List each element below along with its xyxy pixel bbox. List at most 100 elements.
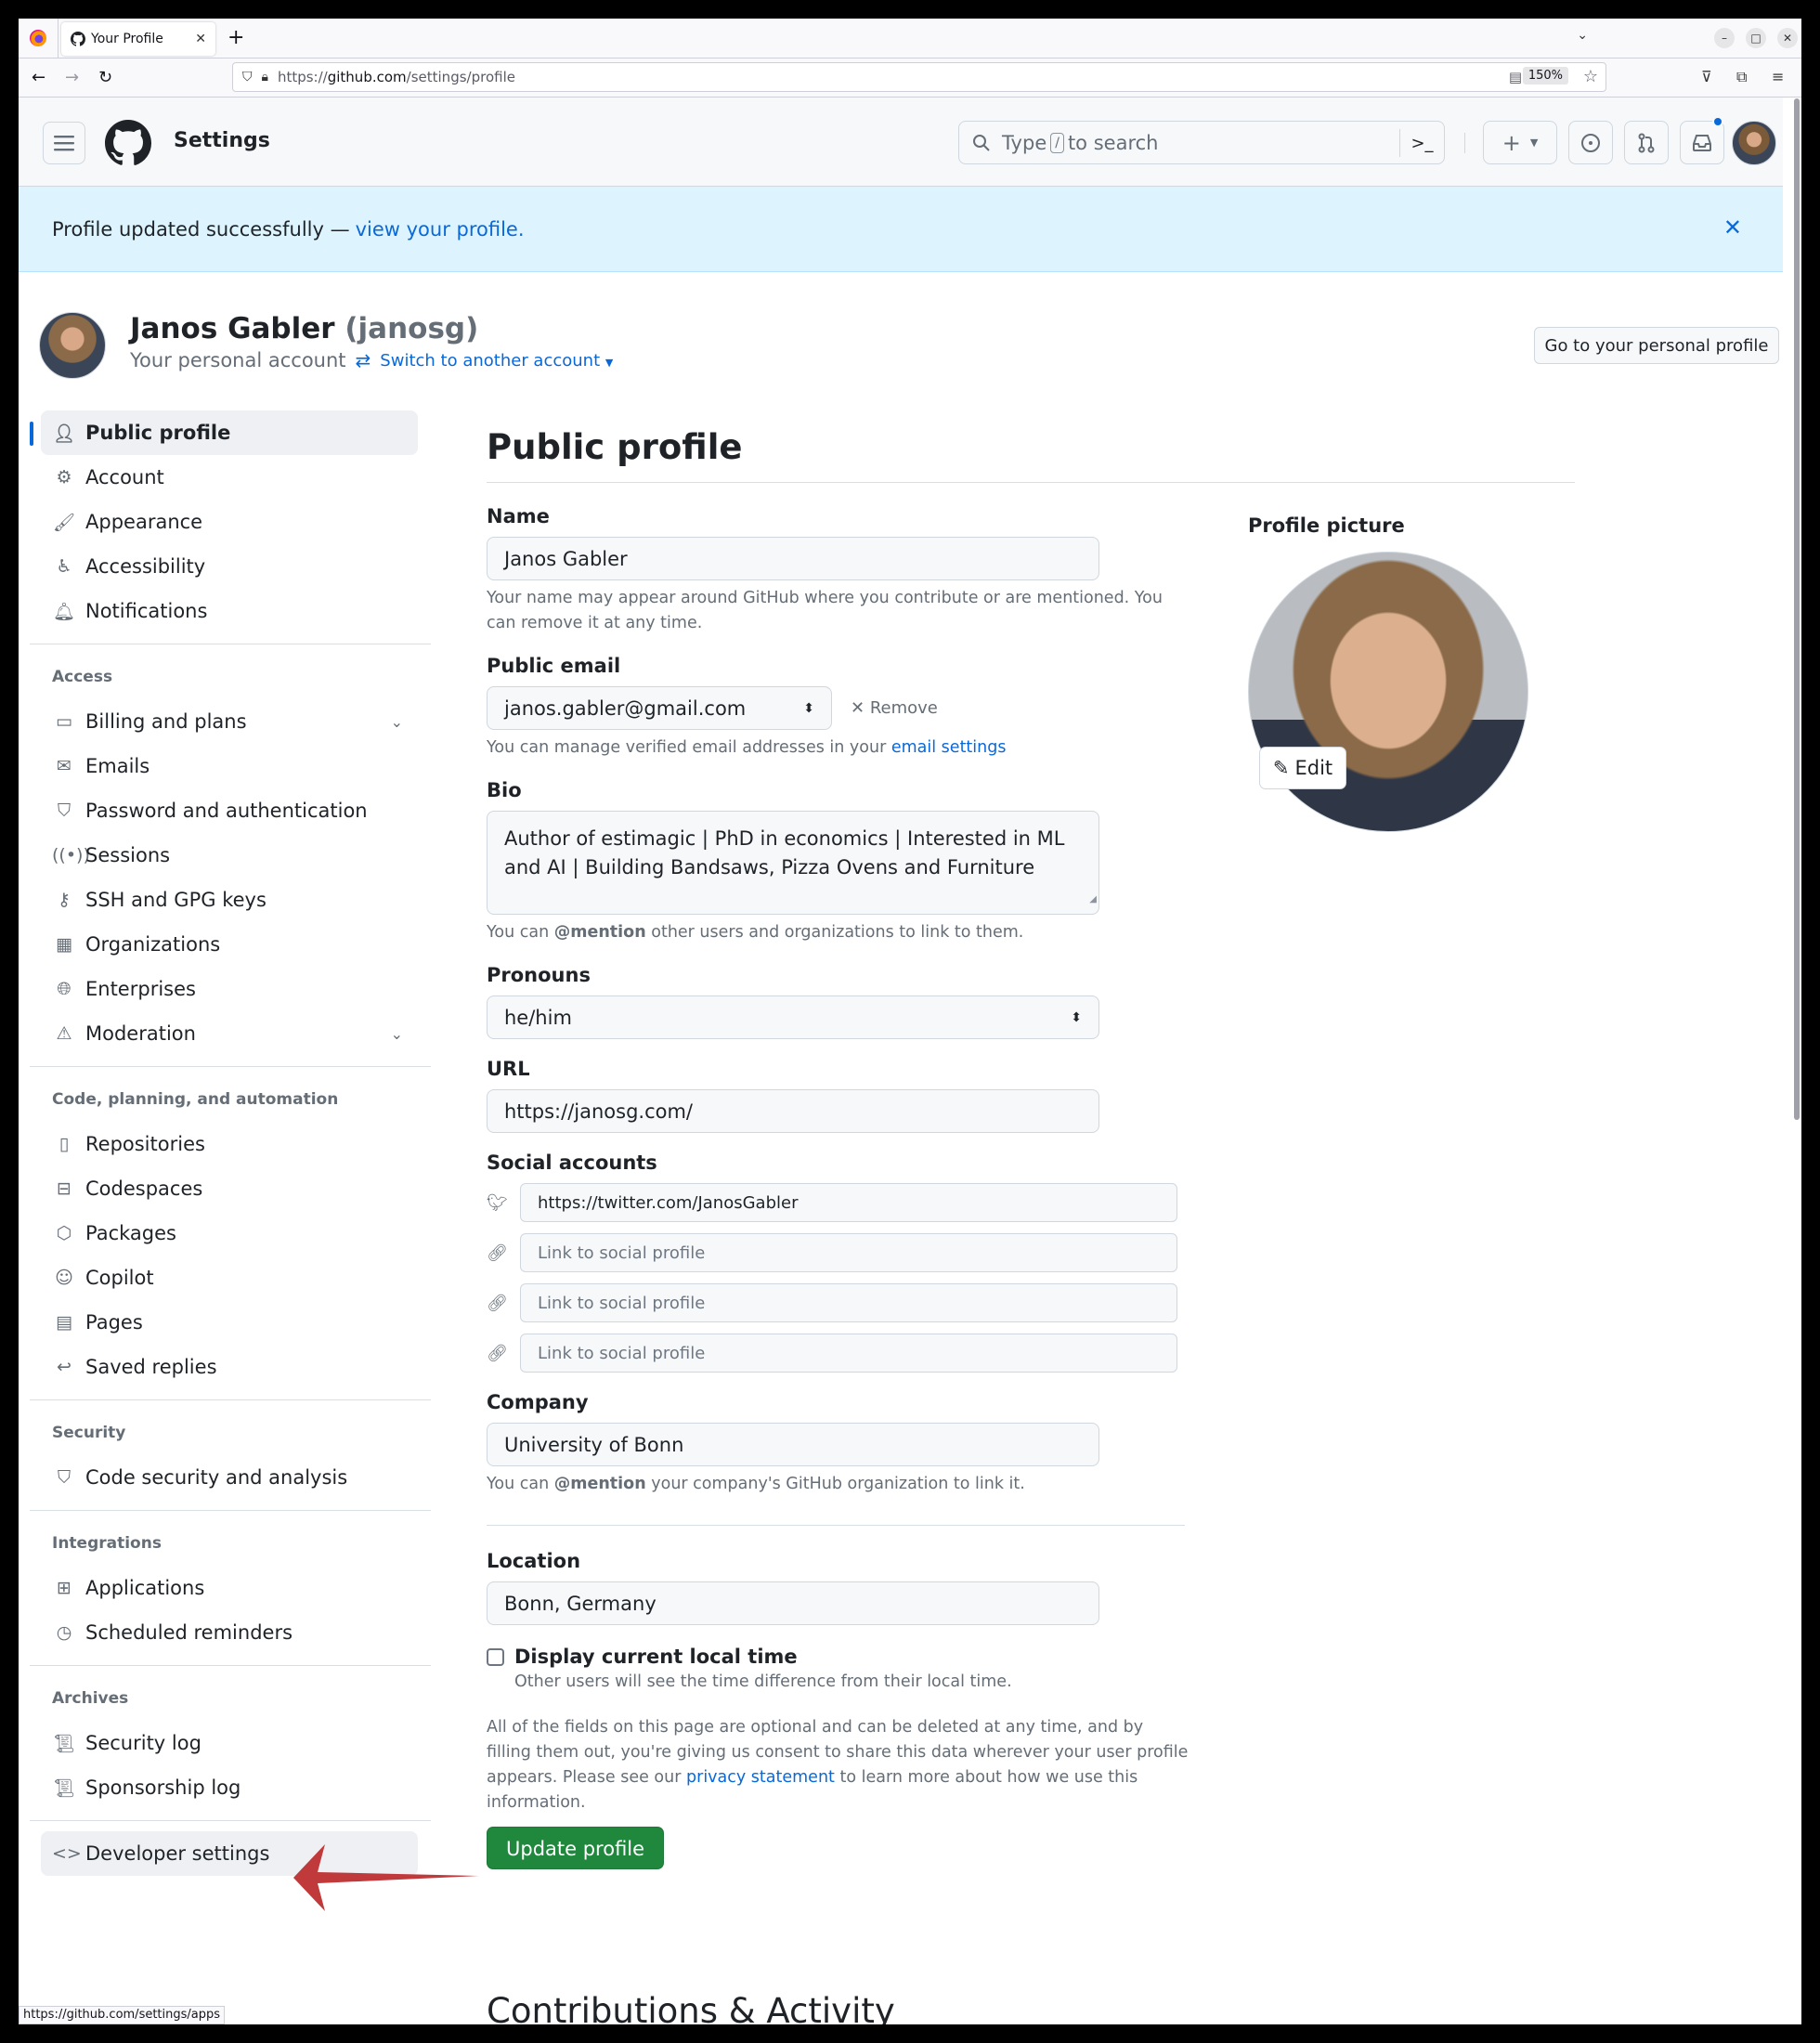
maximize-button[interactable]: □ (1746, 28, 1766, 48)
page-context-title[interactable]: Settings (174, 129, 270, 152)
annotation-arrow-icon (293, 1844, 479, 1911)
sidebar-item-label: Sessions (85, 844, 171, 866)
social-account-input-2[interactable]: Link to social profile (520, 1233, 1177, 1272)
resize-handle-icon[interactable]: ◢ (1089, 885, 1097, 914)
email-settings-link[interactable]: email settings (891, 738, 1007, 757)
sidebar-item-label: Notifications (85, 600, 208, 622)
sidebar-item-organizations[interactable]: ▦ Organizations (41, 922, 418, 967)
sidebar-item-label: Moderation (85, 1022, 196, 1045)
link-icon: 🔗︎ (487, 1343, 508, 1363)
pocket-icon[interactable]: ⊽ (1701, 68, 1712, 85)
name-input[interactable]: Janos Gabler (487, 537, 1099, 580)
sidebar-item-pages[interactable]: ▤ Pages (41, 1300, 418, 1345)
display-local-time-checkbox[interactable] (487, 1647, 504, 1666)
address-bar[interactable]: ⛉ 🔒︎ https://github.com/settings/profile… (232, 62, 1606, 92)
close-window-button[interactable]: ✕ (1777, 28, 1798, 48)
issues-button[interactable] (1568, 121, 1613, 164)
inbox-button[interactable] (1680, 121, 1724, 164)
browser-tab-bar: Your Profile ✕ + ⌄ – □ ✕ (19, 19, 1801, 59)
sidebar-item-emails[interactable]: ✉ Emails (41, 744, 418, 788)
sidebar-item-billing[interactable]: ▭ Billing and plans ⌄ (41, 699, 418, 744)
social-account-input-3[interactable]: Link to social profile (520, 1283, 1177, 1322)
url-input[interactable]: https://janosg.com/ (487, 1089, 1099, 1133)
public-email-select[interactable]: janos.gabler@gmail.com ⬍ (487, 686, 832, 730)
sidebar-item-repositories[interactable]: ▯ Repositories (41, 1122, 418, 1166)
chevron-down-icon[interactable]: ⌄ (391, 1025, 403, 1043)
sidebar-item-password-authentication[interactable]: ⛉ Password and authentication (41, 788, 418, 833)
chevron-down-icon[interactable]: ⌄ (391, 713, 403, 731)
privacy-statement-link[interactable]: privacy statement (686, 1768, 835, 1787)
github-header: Settings Type / to search >_ + ▼ (19, 98, 1783, 187)
sidebar-item-sessions[interactable]: ((•)) Sessions (41, 833, 418, 878)
divider (30, 1820, 431, 1821)
display-local-time-label[interactable]: Display current local time (514, 1646, 798, 1668)
sidebar-item-ssh-gpg-keys[interactable]: ⚷ SSH and GPG keys (41, 878, 418, 922)
bookmark-star-icon[interactable]: ☆ (1583, 67, 1598, 86)
zoom-level[interactable]: 150% (1522, 67, 1568, 85)
company-help-text-suffix: your company's GitHub organization to li… (651, 1475, 1025, 1493)
sidebar-item-accessibility[interactable]: ♿︎ Accessibility (41, 544, 418, 589)
sidebar-item-label: Password and authentication (85, 800, 368, 822)
search-input[interactable]: Type / to search >_ (958, 121, 1445, 164)
triangle-down-icon: ▼ (1529, 137, 1539, 149)
minimize-button[interactable]: – (1714, 28, 1735, 48)
pull-requests-button[interactable] (1624, 121, 1669, 164)
sidebar-item-saved-replies[interactable]: ↩ Saved replies (41, 1345, 418, 1389)
sidebar-item-public-profile[interactable]: 👤︎ Public profile (30, 410, 418, 455)
update-profile-button[interactable]: Update profile (487, 1827, 665, 1869)
close-icon[interactable]: ✕ (1723, 215, 1742, 241)
github-logo-icon[interactable] (105, 120, 151, 166)
pronouns-value: he/him (504, 1006, 572, 1029)
remove-email-button[interactable]: ✕ Remove (851, 698, 938, 718)
close-tab-icon[interactable]: ✕ (195, 32, 206, 46)
view-profile-link[interactable]: view your profile. (356, 218, 525, 241)
new-tab-button[interactable]: + (228, 26, 244, 49)
location-input[interactable]: Bonn, Germany (487, 1581, 1099, 1625)
sidebar-item-account[interactable]: ⚙ Account (41, 455, 418, 500)
sidebar-item-appearance[interactable]: 🖌︎ Appearance (41, 500, 418, 544)
inbox-icon (1693, 134, 1711, 151)
gear-icon: ⚙ (56, 467, 72, 488)
browser-tab[interactable]: Your Profile ✕ (61, 22, 215, 56)
social-account-row: 🐦︎ https://twitter.com/JanosGabler (487, 1183, 1575, 1222)
sidebar-item-security-log[interactable]: 📜︎ Security log (41, 1721, 418, 1765)
sidebar-item-packages[interactable]: ⬡ Packages (41, 1211, 418, 1256)
sidebar-item-copilot[interactable]: ☺ Copilot (41, 1256, 418, 1300)
hamburger-menu-button[interactable] (43, 122, 85, 164)
sidebar-item-moderation[interactable]: ⚠︎ Moderation ⌄ (41, 1011, 418, 1056)
switch-account-link[interactable]: Switch to another account ▼ (380, 351, 613, 371)
edit-profile-picture-button[interactable]: ✎ Edit (1259, 747, 1346, 789)
sidebar-item-codespaces[interactable]: ⊟ Codespaces (41, 1166, 418, 1211)
sidebar-item-label: Code security and analysis (85, 1466, 348, 1489)
command-palette-icon[interactable]: >_ (1399, 129, 1444, 157)
search-placeholder-prefix: Type (1002, 131, 1047, 154)
sidebar-item-applications[interactable]: ⊞ Applications (41, 1566, 418, 1610)
sidebar-item-sponsorship-log[interactable]: 📜︎ Sponsorship log (41, 1765, 418, 1810)
pencil-icon: ✎ (1272, 757, 1290, 779)
codespaces-icon: ⊟ (57, 1178, 72, 1199)
reader-view-icon[interactable]: ▤ (1509, 69, 1522, 85)
url-label: URL (487, 1058, 530, 1080)
globe-icon: 🌐︎ (57, 979, 72, 999)
sidebar-item-notifications[interactable]: 🔔︎ Notifications (41, 589, 418, 633)
pronouns-select[interactable]: he/him ⬍ (487, 995, 1099, 1039)
browser-window: Your Profile ✕ + ⌄ – □ ✕ ← → ↻ ⛉ 🔒︎ http… (19, 19, 1801, 2024)
sidebar-item-code-security[interactable]: ⛉ Code security and analysis (41, 1455, 418, 1500)
social-account-input-4[interactable]: Link to social profile (520, 1334, 1177, 1373)
mention-text: @mention (553, 1475, 646, 1493)
forward-arrow-icon[interactable]: → (65, 68, 79, 87)
extensions-icon[interactable]: ⧉ (1736, 68, 1747, 86)
create-new-button[interactable]: + ▼ (1483, 121, 1557, 164)
user-avatar[interactable] (1732, 121, 1776, 165)
reload-icon[interactable]: ↻ (98, 68, 112, 87)
page-scrollbar[interactable] (1794, 98, 1800, 1120)
sidebar-item-scheduled-reminders[interactable]: ◷ Scheduled reminders (41, 1610, 418, 1655)
company-input[interactable]: University of Bonn (487, 1423, 1099, 1466)
bio-textarea[interactable]: Author of estimagic | PhD in economics |… (487, 811, 1099, 915)
menu-icon[interactable]: ≡ (1772, 68, 1784, 85)
sidebar-item-enterprises[interactable]: 🌐︎ Enterprises (41, 967, 418, 1011)
list-tabs-chevron-icon[interactable]: ⌄ (1577, 28, 1588, 43)
go-to-personal-profile-button[interactable]: Go to your personal profile (1534, 327, 1779, 364)
social-account-input-1[interactable]: https://twitter.com/JanosGabler (520, 1183, 1177, 1222)
back-arrow-icon[interactable]: ← (32, 68, 46, 87)
